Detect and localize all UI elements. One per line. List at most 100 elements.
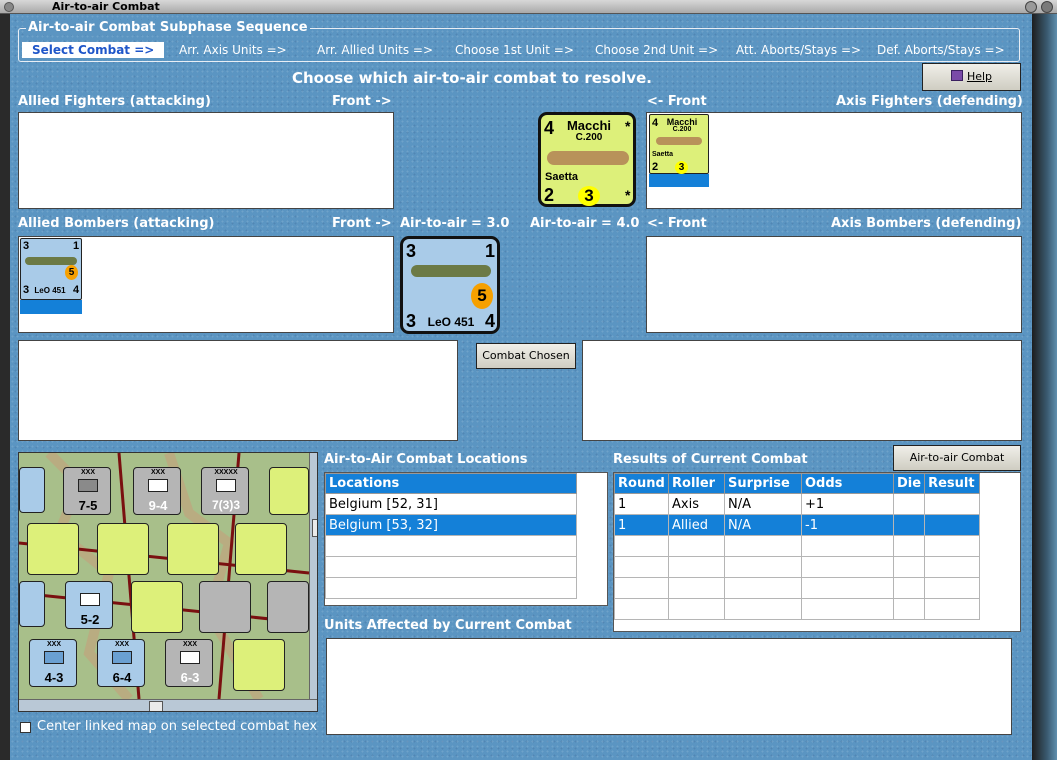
map-air-counter[interactable] [233,639,285,691]
map-unit-counter[interactable] [19,467,45,513]
map-vertical-scrollbar[interactable] [309,453,317,699]
allied-fighters-box[interactable] [18,112,394,209]
window-edge [1032,14,1057,760]
table-row[interactable]: Belgium [52, 31] [325,493,577,515]
unit-star: * [625,187,631,203]
unit-air-rating: 3 [23,240,30,252]
unit-strength: 6-4 [112,670,132,685]
minimize-icon[interactable] [1025,1,1037,13]
map-air-counter[interactable] [97,523,149,575]
table-row[interactable]: Belgium [53, 32] [325,514,577,536]
unit-size: XXX [80,469,95,476]
step-att-aborts[interactable]: Att. Aborts/Stays => [736,42,861,58]
results-title: Results of Current Combat [613,452,808,467]
map-unit-counter[interactable]: XXX 4-3 [29,639,77,687]
close-icon[interactable] [1041,1,1053,13]
selected-unit-bar [649,174,709,187]
unit-model: C.200 [575,132,603,143]
step-def-aborts[interactable]: Def. Aborts/Stays => [877,42,1005,58]
allied-air-to-air-value: Air-to-air = 3.0 [400,216,510,231]
map-unit-counter[interactable]: XXX 7-5 [63,467,111,515]
location-cell[interactable]: Belgium [53, 32] [325,514,577,536]
table-row[interactable]: 1 Allied N/A -1 [614,514,981,536]
unit-air-rating: 4 [652,117,659,129]
map-unit-counter[interactable]: 5-2 [65,581,113,629]
allied-bombers-heading: Allied Bombers (attacking) [18,216,215,231]
front-label: <- Front [647,216,707,231]
location-cell[interactable]: Belgium [52, 31] [325,493,577,515]
axis-fighters-box[interactable]: 4 Macchi C.200 Saetta 2 3 [646,112,1022,209]
map-air-counter[interactable] [167,523,219,575]
help-label: Help [966,70,993,83]
map-air-counter[interactable] [27,523,79,575]
step-choose-1st-unit[interactable]: Choose 1st Unit => [455,42,574,58]
map-air-counter[interactable] [131,581,183,633]
unit-size: XXX [182,641,197,648]
table-row [325,535,577,557]
help-button[interactable]: Help [922,63,1021,91]
macchi-counter[interactable]: 4 Macchi C.200 * Saetta 2 3 * [538,112,636,207]
empty-cell [325,577,577,599]
instruction-text: Choose which air-to-air combat to resolv… [292,69,652,87]
unit-strength: 5 [65,265,78,280]
cell-odds: +1 [801,493,894,515]
unit-symbol-icon [148,479,168,492]
unit-nickname: Saetta [545,171,579,183]
step-choose-2nd-unit[interactable]: Choose 2nd Unit => [595,42,718,58]
sequence-steps: Select Combat => Arr. Axis Units => Arr.… [22,42,1022,58]
step-arr-allied-units[interactable]: Arr. Allied Units => [317,42,433,58]
map-unit-counter[interactable]: XXXXX 7(3)3 [201,467,249,515]
unit-range: 3 [23,284,30,296]
map-air-counter[interactable] [269,467,309,515]
map-air-counter[interactable] [235,523,287,575]
unit-symbol-icon [44,651,64,664]
unit-symbol-icon [216,479,236,492]
leo-counter[interactable]: 3 1 5 3 LeO 451 4 [400,236,500,334]
col-surprise: Surprise [724,473,802,494]
unit-strength: 7(3)3 [211,498,240,512]
cell-result [924,493,981,515]
window-menu-icon[interactable] [4,2,14,12]
unit-name: Macchi [566,118,612,133]
map-horizontal-scrollbar[interactable] [19,699,317,711]
map-unit-counter[interactable]: XXX 6-3 [165,639,213,687]
combat-chosen-button[interactable]: Combat Chosen [476,343,576,369]
macchi-counter-small[interactable]: 4 Macchi C.200 Saetta 2 3 [649,114,709,174]
front-label: Front -> [332,94,392,109]
results-table[interactable]: Round Roller Surprise Odds Die Result 1 … [613,472,1021,632]
allied-info-box [18,340,458,441]
linked-map[interactable]: XXX 7-5 XXX 9-4 XXXXX 7(3)3 5-2 XXX 4-3 … [18,452,318,712]
allied-bombers-box[interactable]: 3 1 5 3 LeO 451 4 [18,236,394,333]
map-unit-counter[interactable]: XXX 9-4 [133,467,181,515]
air-combat-chart-button[interactable]: Air-to-air Combat Chart [893,445,1021,488]
unit-strength: 9-4 [148,498,168,513]
map-unit-counter[interactable]: XXX 6-4 [97,639,145,687]
scroll-thumb[interactable] [149,701,163,711]
leo-counter-small[interactable]: 3 1 5 3 LeO 451 4 [20,238,82,300]
unit-air-rating: 4 [544,118,555,138]
unit-strength: 5 [471,283,493,309]
table-row[interactable]: 1 Axis N/A +1 [614,493,981,515]
map-air-counter[interactable] [199,581,251,633]
col-round: Round [614,473,669,494]
map-air-counter[interactable] [267,581,309,633]
cell-die [892,514,926,536]
center-map-checkbox[interactable] [20,722,31,733]
col-result: Result [924,473,981,494]
sequence-title: Air-to-air Combat Subphase Sequence [26,20,310,35]
step-arr-axis-units[interactable]: Arr. Axis Units => [179,42,287,58]
axis-bombers-box[interactable] [646,236,1022,333]
table-row [614,556,981,578]
step-select-combat[interactable]: Select Combat => [22,42,165,58]
scroll-thumb[interactable] [312,519,317,537]
unit-strength: 6-3 [180,670,200,685]
unit-star: * [625,118,631,134]
unit-size: XXX [114,641,129,648]
plane-icon [656,137,702,145]
unit-name: LeO 451 [427,315,475,329]
unit-defense: 2 [544,185,555,205]
locations-table[interactable]: Locations Belgium [52, 31] Belgium [53, … [324,472,608,606]
plane-icon [411,265,491,277]
unit-defense: 1 [485,241,496,261]
map-unit-counter[interactable] [19,581,45,627]
